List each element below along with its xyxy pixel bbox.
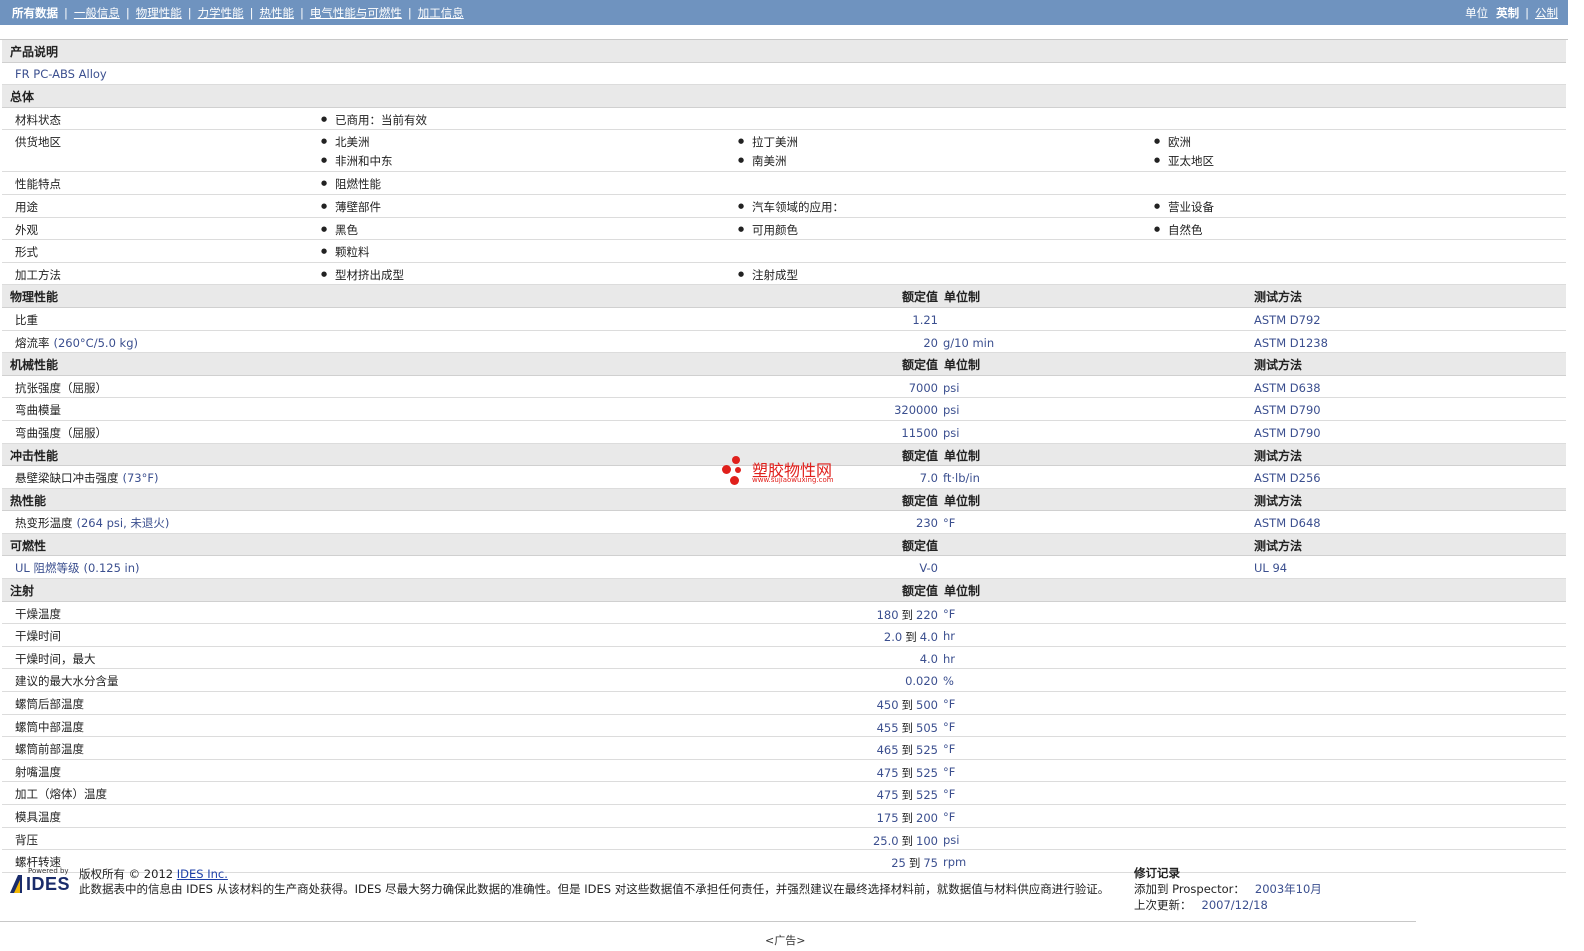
value-range: 180 到 220 [876, 607, 938, 622]
table-row: 干燥时间，最大 4.0 hr [2, 647, 1566, 670]
tab-electrical-flammability[interactable]: 电气性能与可燃性 [310, 6, 402, 20]
form-row: 形式 颗粒料 [2, 240, 1566, 263]
table-row: 螺筒前部温度 465 到 525 °F [2, 737, 1566, 760]
ides-link[interactable]: IDES Inc. [177, 867, 228, 881]
copyright: 版权所有 © 2012 IDES Inc. [79, 867, 228, 881]
list-item: 汽车领域的应用： [738, 199, 844, 215]
value-range: 4.0 [919, 651, 938, 666]
table-row: 干燥温度 180 到 220 °F [2, 602, 1566, 625]
section-header-flammability: 可燃性 额定值 测试方法 [2, 533, 1566, 557]
unit-english-selected: 英制 [1496, 6, 1520, 20]
table-row: 背压 25.0 到 100 psi [2, 828, 1566, 851]
material-status-row: 材料状态 已商用：当前有效 [2, 108, 1566, 131]
list-item: 北美洲 [321, 134, 369, 150]
table-row: 熔流率 (260°C/5.0 kg) 20 g/10 min ASTM D1238 [2, 331, 1566, 354]
unit-metric-link[interactable]: 公制 [1535, 6, 1558, 20]
tab-all-data[interactable]: 所有数据 [12, 6, 58, 20]
list-item: 颗粒料 [321, 244, 369, 260]
processing-method-row: 加工方法 型材挤出成型 注射成型 [2, 263, 1566, 286]
tab-mechanical[interactable]: 力学性能 [198, 6, 244, 20]
value-range: 0.020 [905, 674, 938, 689]
value-range: 175 到 200 [876, 811, 938, 825]
uses-row: 用途 薄壁部件 汽车领域的应用： 营业设备 [2, 195, 1566, 218]
table-row: 热变形温度 (264 psi, 未退火) 230 °F ASTM D648 [2, 511, 1566, 534]
top-nav-bar: 所有数据 | 一般信息 | 物理性能 | 力学性能 | 热性能 | 电气性能与可燃性 | 加工信息 单位… [0, 0, 1568, 25]
tab-thermal[interactable]: 热性能 [260, 6, 295, 20]
value-range: 455 到 505 [876, 720, 938, 735]
section-tabs: 所有数据 | 一般信息 | 物理性能 | 力学性能 | 热性能 | 电气性能与可燃性 | 加工信息 [12, 6, 464, 20]
tab-physical[interactable]: 物理性能 [136, 6, 182, 20]
list-item: 型材挤出成型 [321, 267, 404, 283]
section-header-product: 产品说明 [2, 40, 1566, 63]
list-item: 非洲和中东 [321, 153, 392, 169]
list-item: 阻燃性能 [321, 176, 381, 192]
divider [0, 921, 1416, 922]
list-item: 营业设备 [1154, 199, 1214, 215]
ides-mark-icon [10, 875, 22, 893]
section-header-mechanical: 机械性能 额定值 单位制 测试方法 [2, 353, 1566, 376]
value-range: 2.0 到 4.0 [883, 630, 938, 645]
appearance-row: 外观 黑色 可用颜色 自然色 [2, 218, 1566, 241]
table-row: 比重 1.21 ASTM D792 [2, 308, 1566, 331]
disclaimer: 此数据表中的信息由 IDES 从该材料的生产商处获得。IDES 尽最大努力确保此… [79, 882, 1110, 896]
section-header-thermal: 热性能 额定值 单位制 测试方法 [2, 488, 1566, 512]
product-description: FR PC-ABS Alloy [15, 66, 107, 81]
table-row: 抗张强度（屈服） 7000 psi ASTM D638 [2, 376, 1566, 399]
tab-processing[interactable]: 加工信息 [418, 6, 464, 20]
ad-label: <广告> [765, 934, 806, 947]
availability-row: 供货地区 北美洲 拉丁美洲 欧洲 非洲和中东 南美洲 亚太地区 [2, 130, 1566, 173]
list-item: 注射成型 [738, 267, 798, 283]
table-row: 干燥时间 2.0 到 4.0 hr [2, 624, 1566, 647]
revision-history: 修订记录 添加到 Prospector： 2003年10月 上次更新： 2007/1… [1134, 866, 1322, 912]
value-range: 475 到 525 [876, 788, 938, 803]
table-row: UL 阻燃等级 (0.125 in) V-0 UL 94 [2, 556, 1566, 580]
list-item: 薄壁部件 [321, 199, 381, 215]
tab-general-info[interactable]: 一般信息 [74, 6, 120, 20]
table-row: 弯曲强度（屈服） 11500 psi ASTM D790 [2, 421, 1566, 444]
watermark-logo: 塑胶物性网 www.sujiaowuxing.com [722, 456, 862, 486]
list-item: 黑色 [321, 222, 358, 238]
table-row: 加工（熔体）温度 475 到 525 °F [2, 782, 1566, 805]
section-header-general: 总体 [2, 85, 1566, 108]
injection-rows: 干燥温度 180 到 220 °F 干燥时间 2.0 到 4.0 hr 干燥时间，最大 4.0 hr 建议… [2, 602, 1566, 873]
list-item: 拉丁美洲 [738, 134, 798, 150]
watermark-url: www.sujiaowuxing.com [752, 476, 834, 484]
list-item: 南美洲 [738, 153, 786, 169]
table-row: 建议的最大水分含量 0.020% [2, 669, 1566, 693]
list-item: 亚太地区 [1154, 153, 1214, 169]
ides-logo: Powered by IDES [8, 867, 70, 897]
table-row: 射嘴温度 475 到 525 °F [2, 760, 1566, 783]
table-row: 弯曲模量 320000 psi ASTM D790 [2, 398, 1566, 421]
value-range: 25.0 到 100 [872, 833, 938, 848]
units-label: 单位 [1465, 6, 1489, 20]
product-description-row: FR PC-ABS Alloy [2, 63, 1566, 86]
value-range: 465 到 525 [876, 743, 938, 758]
list-item: 欧洲 [1154, 134, 1191, 150]
table-row: 螺筒中部温度 455 到 505 °F [2, 715, 1566, 738]
table-row: 螺筒后部温度 450 到 500 °F [2, 692, 1566, 715]
section-header-injection: 注射 额定值 单位制 [2, 579, 1566, 602]
list-item: 自然色 [1154, 222, 1202, 238]
value-range: 450 到 500 [876, 698, 938, 713]
list-item: 已商用：当前有效 [321, 112, 427, 128]
section-header-physical: 物理性能 额定值 单位制 测试方法 [2, 285, 1566, 308]
value-range: 475 到 525 [876, 765, 938, 780]
unit-switcher: 单位 英制 | 公制 [1465, 6, 1558, 20]
footer: Powered by IDES 版权所有 © 2012 IDES Inc. 此数… [0, 862, 1568, 922]
table-row: 模具温度 175 到 200 °F [2, 805, 1566, 828]
list-item: 可用颜色 [738, 222, 798, 238]
features-row: 性能特点 阻燃性能 [2, 172, 1566, 195]
